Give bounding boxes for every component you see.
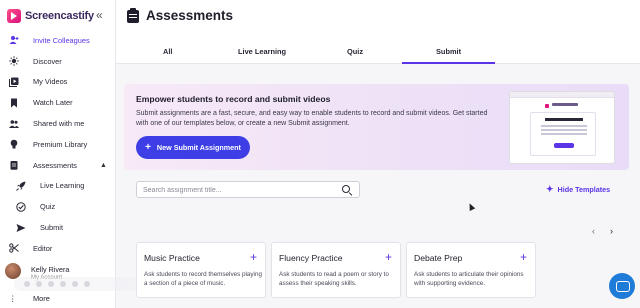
submit-banner: Empower students to record and submit vi… [124, 84, 629, 170]
search-input[interactable] [143, 184, 333, 196]
brand-name: Screencastify [25, 10, 94, 22]
sidebar-item-label: Watch Later [33, 98, 73, 108]
card-title: Music Practice [144, 253, 200, 263]
people-icon [9, 119, 19, 129]
sidebar-item-quiz[interactable]: Quiz [0, 196, 116, 217]
user-name: Kelly Rivera [31, 265, 70, 274]
card-title: Debate Prep [414, 253, 463, 263]
sparkle-icon: ✦ [546, 184, 554, 194]
sidebar-item-invite-colleagues[interactable]: Invite Colleagues [0, 30, 116, 51]
toolbar-dot-icon[interactable] [36, 281, 42, 287]
check-circle-icon [16, 202, 26, 212]
toolbar-dot-icon[interactable] [60, 281, 66, 287]
toolbar-dot-icon[interactable] [84, 281, 90, 287]
sidebar-item-premium-library[interactable]: Premium Library [0, 134, 116, 155]
page-title: Assessments [146, 8, 234, 23]
card-description: Ask students to read a poem or story to … [279, 271, 389, 287]
tab-live-learning[interactable]: Live Learning [238, 47, 286, 56]
sidebar-item-submit[interactable]: Submit [0, 217, 116, 238]
button-label: New Submit Assignment [156, 143, 241, 152]
sidebar-item-label: Invite Colleagues [33, 35, 90, 45]
send-icon [16, 223, 26, 233]
tab-submit[interactable]: Submit [436, 47, 461, 56]
sidebar-item-editor[interactable]: Editor [0, 238, 116, 259]
sidebar-item-label: Quiz [40, 202, 56, 212]
bookmark-icon [9, 98, 19, 108]
template-card-fluency-practice[interactable]: Fluency Practice + Ask students to read … [271, 242, 401, 298]
clipboard-icon [9, 160, 19, 170]
lightbulb-icon [9, 139, 19, 149]
search-icon[interactable] [342, 185, 350, 193]
sidebar-item-label: My Videos [33, 77, 68, 87]
sidebar-nav: Invite Colleagues Discover My Videos Wat… [0, 30, 116, 259]
toolbar-dot-icon[interactable] [72, 281, 78, 287]
active-tab-indicator [402, 62, 495, 64]
screencastify-logo-icon [7, 9, 21, 23]
sidebar-item-my-videos[interactable]: My Videos [0, 72, 116, 93]
template-card-music-practice[interactable]: Music Practice + Ask students to record … [136, 242, 266, 298]
card-description: Ask students to record themselves playin… [144, 271, 262, 287]
user-plus-icon [9, 35, 19, 45]
sidebar-item-label: Editor [33, 243, 53, 253]
scissors-icon [9, 243, 19, 253]
sidebar-item-label: Discover [33, 56, 62, 66]
sidebar-item-discover[interactable]: Discover [0, 51, 116, 72]
rocket-icon [16, 181, 26, 191]
clipboard-icon [127, 8, 139, 23]
logo[interactable]: Screencastify [7, 9, 94, 23]
plus-icon: + [145, 142, 151, 153]
sun-icon [9, 56, 19, 66]
page-header: Assessments [116, 0, 640, 34]
video-library-icon [9, 77, 19, 87]
submit-preview-image [509, 91, 615, 164]
template-card-debate-prep[interactable]: Debate Prep + Ask students to articulate… [406, 242, 536, 298]
sidebar-item-shared-with-me[interactable]: Shared with me [0, 113, 116, 134]
new-submit-assignment-button[interactable]: + New Submit Assignment [136, 136, 250, 159]
tab-all[interactable]: All [163, 47, 172, 56]
chevron-left-icon[interactable]: ‹ [592, 226, 595, 236]
banner-text: Submit assignments are a fast, secure, a… [136, 110, 488, 127]
toolbar-dot-icon[interactable] [48, 281, 54, 287]
card-title: Fluency Practice [279, 253, 343, 263]
plus-icon[interactable]: + [250, 250, 257, 264]
plus-icon[interactable]: + [520, 250, 527, 264]
sidebar-item-label: Live Learning [40, 181, 85, 191]
plus-icon[interactable]: + [385, 250, 392, 264]
chevron-right-icon[interactable]: › [610, 226, 613, 236]
tab-bar: All Live Learning Quiz Submit [116, 34, 640, 64]
chat-icon[interactable] [609, 273, 635, 299]
sidebar-item-label: Premium Library [33, 139, 88, 149]
hide-templates-button[interactable]: ✦ Hide Templates [546, 184, 610, 195]
sidebar-item-watch-later[interactable]: Watch Later [0, 92, 116, 113]
sidebar-item-assessments[interactable]: Assessments ▲ [0, 155, 116, 176]
sidebar: Screencastify « Invite Colleagues Discov… [0, 0, 116, 308]
collapse-sidebar-icon[interactable]: « [96, 8, 103, 22]
sidebar-item-label: Submit [40, 223, 64, 233]
card-description: Ask students to articulate their opinion… [414, 271, 524, 287]
sidebar-item-label: More [33, 293, 50, 303]
chevron-up-icon[interactable]: ▲ [100, 162, 107, 169]
toolbar-dot-icon[interactable] [24, 281, 30, 287]
search-field [136, 181, 360, 198]
banner-title: Empower students to record and submit vi… [136, 94, 331, 104]
dots-icon: ⋮ [9, 293, 17, 303]
tab-quiz[interactable]: Quiz [347, 47, 363, 56]
sidebar-item-label: Assessments [33, 160, 77, 170]
mouse-cursor-icon [466, 202, 476, 211]
sidebar-item-label: Shared with me [33, 119, 85, 129]
hide-templates-label: Hide Templates [557, 185, 611, 194]
sidebar-item-live-learning[interactable]: Live Learning [0, 176, 116, 197]
sidebar-item-more[interactable]: ⋮ More [0, 290, 116, 306]
